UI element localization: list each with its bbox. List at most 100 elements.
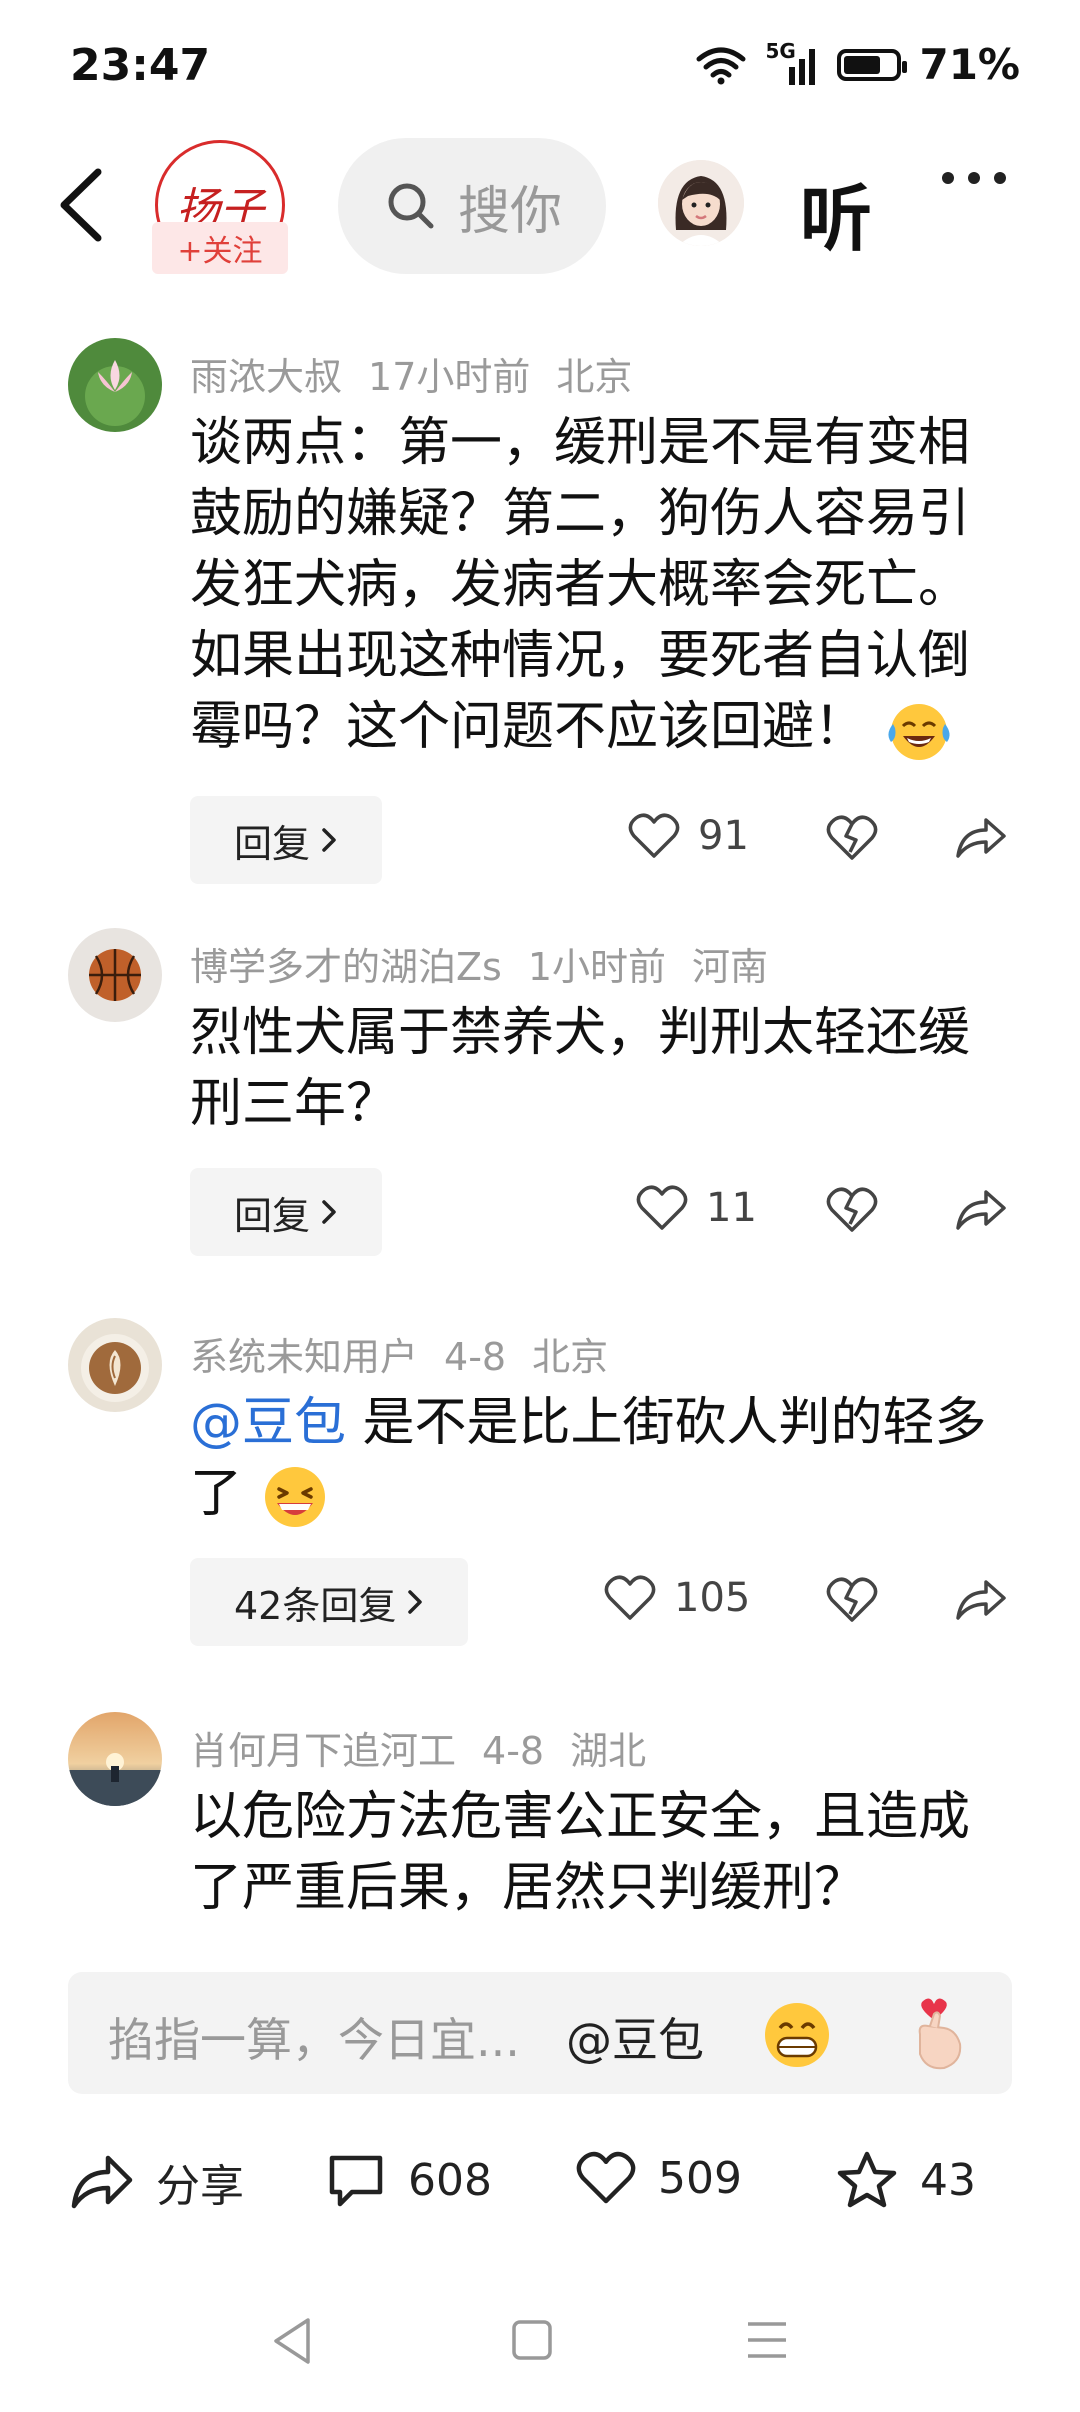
comment-item: 博学多才的湖泊Zs 1小时前 河南 烈性犬属于禁养犬，判刑太轻还缓刑三年？ 回复 1…	[0, 928, 1080, 1258]
user-avatar[interactable]	[68, 1712, 162, 1806]
user-avatar[interactable]	[68, 1318, 162, 1412]
like-count: 105	[674, 1575, 751, 1621]
reply-button[interactable]: 42条回复	[190, 1558, 469, 1646]
comment-text[interactable]: 烈性犬属于禁养犬，判刑太轻还缓刑三年？	[190, 998, 1010, 1140]
dislike-button[interactable]	[826, 1576, 878, 1628]
comment-text[interactable]: 谈两点：第一，缓刑是不是有变相鼓励的嫌疑？第二，狗伤人容易引发狂犬病，发病者大概…	[190, 408, 1010, 766]
comment-time: 4-8	[482, 1729, 545, 1773]
heart-outline-icon	[604, 1575, 656, 1620]
listen-button[interactable]: 听	[800, 160, 872, 265]
more-dot	[942, 172, 954, 184]
broken-heart-icon	[826, 815, 878, 860]
user-avatar[interactable]	[68, 928, 162, 1022]
username[interactable]: 雨浓大叔	[190, 355, 342, 399]
heart-outline-icon	[628, 813, 680, 858]
laughing-crying-emoji-icon	[887, 704, 950, 760]
comment-location: 北京	[556, 355, 633, 399]
share-comment-button[interactable]	[954, 814, 1008, 866]
favorite-button[interactable]: 43	[836, 2150, 976, 2210]
article-action-bar: 分享 608 509 43	[0, 2130, 1080, 2230]
status-icons: 5G 71%	[695, 39, 1020, 89]
battery-icon	[837, 48, 908, 81]
comment-bubble-icon	[329, 2155, 383, 2207]
chevron-right-icon	[322, 828, 336, 852]
battery-percent: 71%	[919, 40, 1020, 89]
like-count: 91	[698, 813, 749, 859]
more-options-button[interactable]	[942, 172, 1006, 184]
like-count: 11	[706, 1185, 757, 1231]
more-dot	[994, 172, 1006, 184]
article-like-button[interactable]: 509	[576, 2150, 742, 2206]
share-arrow-icon	[956, 818, 1006, 858]
search-placeholder: 搜你	[458, 181, 563, 242]
nav-menu-icon[interactable]	[744, 2318, 790, 2362]
share-comment-button[interactable]	[954, 1186, 1008, 1238]
chevron-left-icon	[60, 168, 102, 242]
grin-emoji-icon	[765, 2003, 829, 2067]
comment-location: 河南	[692, 945, 769, 989]
comment-item: 系统未知用户 4-8 北京 @豆包 是不是比上街砍人判的轻多了 42条回复 105	[0, 1318, 1080, 1658]
back-button[interactable]	[50, 160, 120, 250]
ai-assistant-avatar[interactable]	[658, 160, 744, 246]
reply-label: 42条回复	[234, 1583, 397, 1628]
share-label: 分享	[156, 2161, 244, 2212]
more-dot	[968, 172, 980, 184]
search-box[interactable]: 搜你	[338, 138, 606, 274]
dislike-button[interactable]	[826, 814, 878, 866]
article-like-count: 509	[658, 2152, 742, 2204]
like-button[interactable]: 11	[636, 1184, 757, 1232]
nav-home-icon[interactable]	[510, 2318, 554, 2362]
comment-location: 湖北	[570, 1729, 647, 1773]
username[interactable]: 博学多才的湖泊Zs	[190, 945, 502, 989]
heart-outline-icon	[636, 1185, 688, 1230]
comment-meta: 雨浓大叔 17小时前 北京	[190, 346, 658, 401]
grinning-emoji-icon	[264, 1467, 325, 1527]
like-button[interactable]: 91	[628, 812, 749, 860]
broken-heart-icon	[826, 1187, 878, 1232]
reply-label: 回复	[234, 821, 311, 866]
share-arrow-icon	[956, 1190, 1006, 1230]
reply-label: 回复	[234, 1193, 311, 1238]
comment-input-placeholder[interactable]: 掐指一算，今日宜...	[108, 2004, 520, 2070]
emoji-button[interactable]	[760, 1998, 834, 2076]
comment-item: 雨浓大叔 17小时前 北京 谈两点：第一，缓刑是不是有变相鼓励的嫌疑？第二，狗伤人容…	[0, 338, 1080, 898]
comments-button[interactable]: 608	[326, 2150, 492, 2210]
heart-outline-icon	[576, 2151, 636, 2204]
username[interactable]: 系统未知用户	[190, 1335, 418, 1379]
star-outline-icon	[837, 2151, 897, 2208]
system-nav-bar	[0, 2290, 1080, 2390]
comment-time: 17小时前	[368, 355, 531, 399]
username[interactable]: 肖何月下追河工	[190, 1729, 456, 1773]
comment-meta: 系统未知用户 4-8 北京	[190, 1326, 634, 1381]
mention-link[interactable]: @豆包	[190, 1393, 346, 1453]
comment-text[interactable]: @豆包 是不是比上街砍人判的轻多了	[190, 1388, 1010, 1533]
finger-heart-button[interactable]	[900, 1994, 976, 2078]
wifi-icon	[696, 47, 746, 84]
dislike-button[interactable]	[826, 1186, 878, 1238]
comment-text[interactable]: 以危险方法危害公正安全，且造成了严重后果，居然只判缓刑？	[190, 1782, 1010, 1924]
status-time: 23:47	[70, 40, 211, 91]
chevron-right-icon	[408, 1590, 423, 1614]
share-button[interactable]: 分享	[70, 2150, 244, 2214]
favorite-count: 43	[920, 2154, 976, 2206]
nav-back-icon[interactable]	[270, 2316, 314, 2366]
share-comment-button[interactable]	[954, 1576, 1008, 1628]
share-arrow-icon	[71, 2155, 133, 2209]
share-arrow-icon	[956, 1580, 1006, 1620]
comment-body: 谈两点：第一，缓刑是不是有变相鼓励的嫌疑？第二，狗伤人容易引发狂犬病，发病者大概…	[190, 413, 971, 757]
comment-count: 608	[408, 2154, 492, 2206]
comment-meta: 博学多才的湖泊Zs 1小时前 河南	[190, 936, 794, 991]
chevron-right-icon	[322, 1200, 336, 1224]
cellular-signal-icon: 5G	[765, 39, 819, 85]
comment-time: 4-8	[444, 1335, 507, 1379]
comment-location: 北京	[532, 1335, 609, 1379]
comment-time: 1小时前	[527, 945, 667, 989]
reply-button[interactable]: 回复	[190, 1168, 383, 1256]
broken-heart-icon	[826, 1577, 878, 1622]
follow-button[interactable]: +关注	[152, 222, 288, 274]
mention-doubao-button[interactable]: @豆包	[566, 2004, 704, 2070]
finger-heart-icon	[918, 1998, 962, 2070]
reply-button[interactable]: 回复	[190, 796, 383, 884]
like-button[interactable]: 105	[604, 1574, 750, 1622]
user-avatar[interactable]	[68, 338, 162, 432]
